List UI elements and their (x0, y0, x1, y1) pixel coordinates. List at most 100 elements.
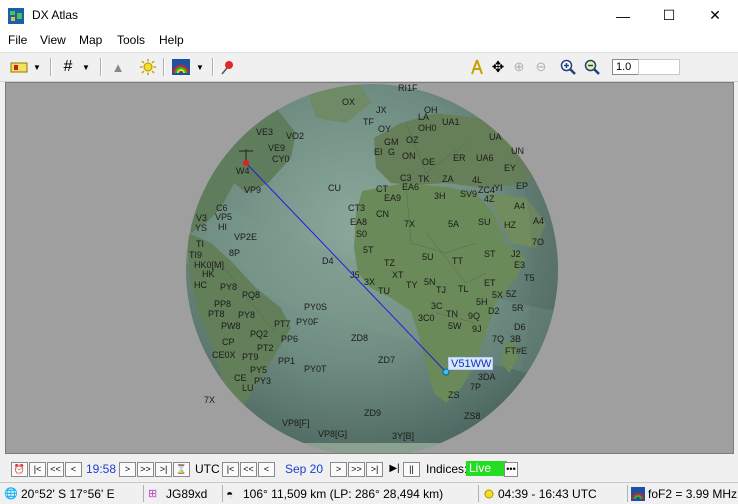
sun-icon[interactable] (138, 56, 158, 78)
date-back-button[interactable]: < (258, 462, 275, 477)
time-now-icon[interactable]: ⌛ (173, 462, 190, 477)
prefix-label: CN (376, 209, 389, 219)
play-icon[interactable]: ▶| (387, 462, 402, 475)
zoom-level-field[interactable]: 1.0 (612, 59, 641, 75)
prefix-label: CU (328, 183, 341, 193)
prefix-label: 7X (404, 219, 415, 229)
prefix-label: 3Y[B] (392, 431, 414, 441)
prefix-label: CE0X (212, 350, 236, 360)
pause-icon[interactable]: || (403, 462, 420, 477)
prefix-label: VP8[F] (282, 418, 310, 428)
prefix-label: CE (234, 373, 247, 383)
prefix-label: PY5 (250, 365, 267, 375)
prefix-label: PT7 (274, 319, 291, 329)
date-forward-fast-button[interactable]: >> (348, 462, 365, 477)
date-forward-button[interactable]: > (330, 462, 347, 477)
prefix-label: UA6 (476, 153, 494, 163)
maximize-button[interactable]: ☐ (646, 0, 692, 31)
menu-file[interactable]: File (7, 33, 28, 47)
prefix-label: 9J (472, 324, 482, 334)
time-forward-fast-button[interactable]: >> (137, 462, 154, 477)
prefix-label: PY8 (220, 282, 237, 292)
prefix-label: TL (458, 284, 469, 294)
prefix-label: J5 (350, 270, 360, 280)
time-forward-button[interactable]: > (119, 462, 136, 477)
prefix-label: UA1 (442, 117, 460, 127)
prefix-label: EA6 (402, 182, 419, 192)
prefix-label: PY8 (238, 310, 255, 320)
prefix-label: TI (196, 239, 204, 249)
prefix-label: PQ2 (250, 329, 268, 339)
prefix-label: EI (374, 147, 383, 157)
prefix-label: TU (378, 286, 390, 296)
time-back-button[interactable]: < (65, 462, 82, 477)
indices-options-button[interactable]: ••• (504, 462, 518, 477)
prefix-label: VP2E (234, 232, 257, 242)
prefix-label: T5 (524, 273, 535, 283)
zoom-slider[interactable] (638, 59, 680, 75)
status-bar: 🌐 20°52' S 17°56' E ⊞ JG89xd ◓ 106° 11,5… (0, 482, 738, 504)
terrain-icon[interactable]: ▲ (108, 56, 128, 78)
menu-tools[interactable]: Tools (116, 33, 146, 47)
prefix-label: 5U (422, 252, 434, 262)
grid-icon[interactable]: # (58, 56, 78, 78)
alarm-clock-icon[interactable]: ⏰ (11, 462, 28, 477)
fof2-value: foF2 = 3.99 MHz (648, 487, 738, 501)
prefix-label: PY0S (304, 302, 327, 312)
date-value[interactable]: Sep 20 (285, 462, 323, 476)
menu-help[interactable]: Help (158, 33, 185, 47)
prefix-label: 3H (434, 191, 446, 201)
time-last-button[interactable]: >| (155, 462, 172, 477)
menu-map[interactable]: Map (78, 33, 103, 47)
close-button[interactable]: ✕ (692, 0, 738, 31)
minimize-button[interactable]: — (600, 0, 646, 31)
prefix-label: TF (363, 117, 374, 127)
time-first-button[interactable]: |< (29, 462, 46, 477)
prefix-label: SV9 (460, 189, 477, 199)
prefix-label: 3C (431, 301, 443, 311)
globe-map[interactable]: OXJXRI1FVE3 VO2TFOYLAOHOH0UA1OZ UAVE9CY0GM… (6, 83, 734, 454)
prefix-label: VP8[G] (318, 429, 347, 439)
zoom-in-icon[interactable] (558, 56, 578, 78)
date-back-fast-button[interactable]: << (240, 462, 257, 477)
prefix-label: W4 (236, 166, 250, 176)
propagation-icon[interactable] (170, 56, 192, 78)
zoom-out-disabled-icon[interactable]: ⊖ (532, 56, 550, 78)
prefix-label: HI (218, 222, 227, 232)
callsign-dropdown-icon[interactable]: ▼ (31, 56, 43, 78)
sun-times: 04:39 - 16:43 UTC (498, 487, 597, 501)
prefix-label: TK (418, 174, 430, 184)
prefix-label: XT (392, 270, 404, 280)
time-navigation-bar: ⏰ |< << < 19:58 > >> >| ⌛ UTC |< << < Se… (0, 456, 738, 481)
time-back-fast-button[interactable]: << (47, 462, 64, 477)
prefix-label: ER (453, 153, 466, 163)
prefix-label: PT9 (242, 352, 259, 362)
prefix-label: PT8 (208, 309, 225, 319)
prefix-label: OX (342, 97, 355, 107)
pushpin-icon[interactable] (218, 56, 238, 78)
propagation-dropdown-icon[interactable]: ▼ (194, 56, 206, 78)
menu-view[interactable]: View (39, 33, 67, 47)
dx-atlas-app-icon (8, 8, 24, 24)
prefix-label: LU (242, 383, 254, 393)
pan-icon[interactable]: ✥ (488, 56, 508, 78)
prefix-label: CP (222, 337, 235, 347)
zoom-out-icon[interactable] (582, 56, 602, 78)
prefix-label: OE (422, 157, 435, 167)
map-view[interactable]: OX JX RI1F VE3 VO2 TF OY LA OH OH0 UA1 OZ UA VE9 CY0 GM… (5, 82, 734, 454)
prefix-label: JX (376, 105, 387, 115)
compass-icon[interactable] (468, 56, 486, 78)
prefix-label: VP9 (244, 185, 261, 195)
date-last-button[interactable]: >| (366, 462, 383, 477)
target-label: V51WW (447, 356, 494, 371)
time-value[interactable]: 19:58 (86, 462, 116, 476)
prefix-label: 5T (363, 245, 374, 255)
date-first-button[interactable]: |< (222, 462, 239, 477)
azimuth-icon: ◓ (226, 487, 234, 501)
callsign-icon[interactable] (8, 56, 30, 78)
zoom-in-disabled-icon[interactable]: ⊕ (510, 56, 528, 78)
window-title: DX Atlas (32, 8, 79, 22)
prefix-label: 3C0 (418, 313, 435, 323)
grid-dropdown-icon[interactable]: ▼ (80, 56, 92, 78)
prefix-label: PP6 (281, 334, 298, 344)
